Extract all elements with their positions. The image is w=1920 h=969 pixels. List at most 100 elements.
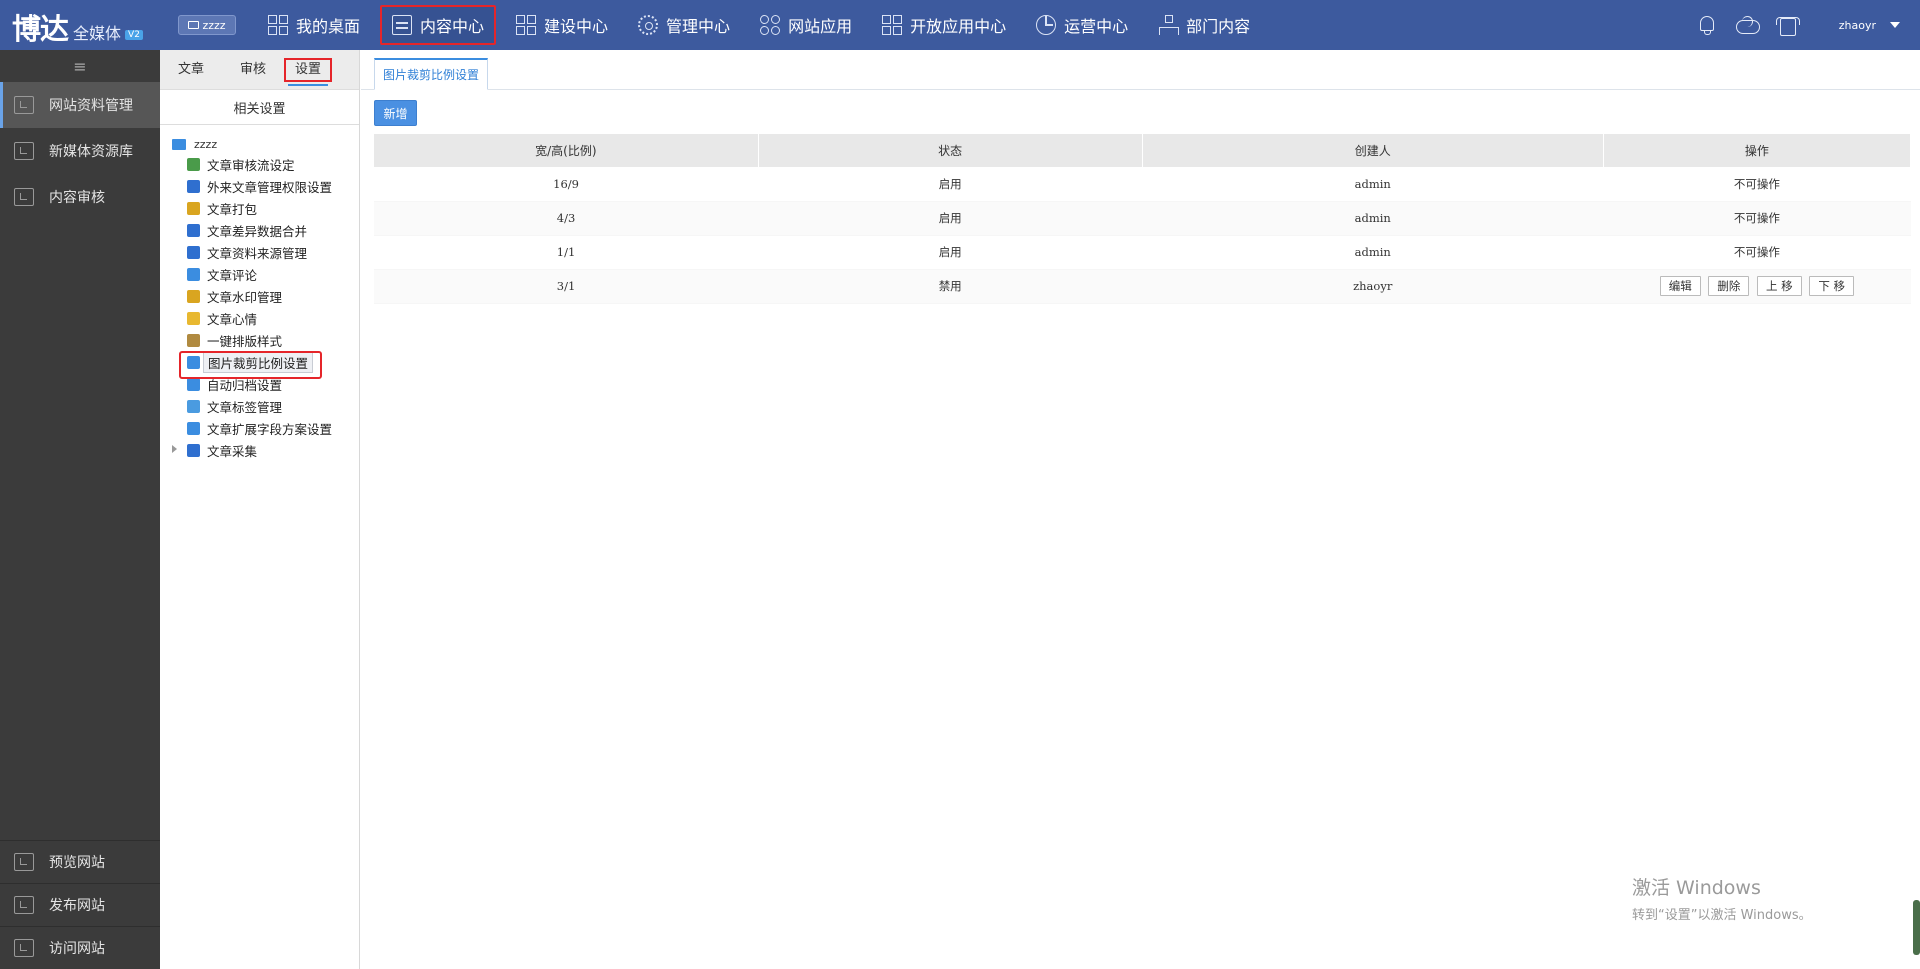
dashboard-icon [268,15,288,35]
publish-icon [14,896,34,914]
tree-item[interactable]: 文章扩展字段方案设置 [160,417,359,439]
tree-item[interactable]: 图片裁剪比例设置 [160,351,359,373]
op-cell: 不可操作 [1603,201,1911,236]
gear-icon [638,15,659,35]
tree-item[interactable]: 文章资料来源管理 [160,241,359,263]
ratio-cell: 16/9 [374,167,759,202]
tree-item-icon [187,421,200,435]
nav-label: 我的桌面 [296,17,361,36]
column-header[interactable]: 状态 [758,134,1143,167]
column-header[interactable]: 宽/高(比例) [374,134,759,167]
move-up-button[interactable]: 上 移 [1757,276,1802,296]
nav-label: 部门内容 [1186,17,1251,36]
column-header[interactable]: 创建人 [1142,134,1604,167]
delete-button[interactable]: 删除 [1708,276,1750,296]
building-icon [882,15,903,35]
tree-item-icon [187,289,200,303]
site-selector[interactable]: zzzz [178,15,236,35]
creator-cell: admin [1142,167,1604,202]
tree-item[interactable]: 文章差异数据合并 [160,219,359,241]
nav-dept-content[interactable]: 部门内容 [1148,0,1260,50]
version-badge: V2 [125,30,143,40]
tree-item[interactable]: 一键排版样式 [160,329,359,351]
table-row[interactable]: 1/1 启用 admin 不可操作 [374,235,1911,270]
site-name: zzzz [202,18,226,32]
status-cell: 启用 [758,167,1143,202]
tree-item-icon [187,179,200,193]
sidebar-item-label: 发布网站 [49,898,105,914]
tree-item-label: 文章心情 [207,311,258,327]
nav-build-center[interactable]: 建设中心 [506,0,618,50]
expand-arrow-icon[interactable] [172,445,177,453]
sidebar-item-site-data[interactable]: 网站资料管理 [0,82,160,128]
add-button[interactable]: 新增 [374,100,417,126]
tree-root[interactable]: zzzz [160,135,359,153]
tree-item-label: 自动归档设置 [207,377,283,393]
move-down-button[interactable]: 下 移 [1809,276,1854,296]
table-row[interactable]: 16/9 启用 admin 不可操作 [374,167,1911,202]
sidebar-item-label: 预览网站 [49,855,105,871]
tab-image-crop-ratio[interactable]: 图片裁剪比例设置 [374,58,489,90]
collapse-menu-icon[interactable]: ≡ [0,50,160,82]
main-content: 图片裁剪比例设置 新增 宽/高(比例) 状态 创建人 操作 16/9 启用 ad… [361,50,1920,969]
nav-content-center[interactable]: 内容中心 [380,5,497,45]
sidebar-bottom: 预览网站 发布网站 访问网站 [0,840,160,969]
tree-item[interactable]: 文章打包 [160,197,359,219]
nav-label: 运营中心 [1064,17,1129,36]
ratio-cell: 3/1 [374,269,759,304]
scrollbar-thumb[interactable] [1913,900,1920,955]
download-box-icon [14,96,34,114]
tree-item[interactable]: 自动归档设置 [160,373,359,395]
settings-tree: zzzz 文章审核流设定外来文章管理权限设置 文章打包文章差异数据合并 文章资料来源… [160,125,359,461]
tree-item-icon [187,223,200,237]
table-row[interactable]: 3/1 禁用 zhaoyr 编辑 删除 上 移 下 移 [374,269,1911,304]
sidebar-item-content-review[interactable]: 内容审核 [0,174,160,220]
sidebar-item-preview-site[interactable]: 预览网站 [0,840,160,883]
tree-item-label: 文章资料来源管理 [207,245,308,261]
tree-item[interactable]: 文章水印管理 [160,285,359,307]
tree-item-label: 文章水印管理 [207,289,283,305]
tab-review[interactable]: 审核 [222,60,284,80]
tab-article[interactable]: 文章 [160,60,222,80]
tab-settings[interactable]: 设置 [284,57,332,86]
user-name[interactable]: zhaoyr [1839,19,1876,32]
sidebar-item-label: 网站资料管理 [49,98,133,114]
tree-item-label: 文章评论 [207,267,258,283]
shirt-icon[interactable] [1775,13,1800,37]
panel-subtitle: 相关设置 [160,90,359,125]
tree-item[interactable]: 文章心情 [160,307,359,329]
cloud-icon[interactable] [1735,13,1760,37]
ratio-table: 宽/高(比例) 状态 创建人 操作 16/9 启用 admin 不可操作 4/3… [374,134,1912,304]
tree-item[interactable]: 外来文章管理权限设置 [160,175,359,197]
tree-item-icon [187,377,200,391]
sidebar-item-media-library[interactable]: 新媒体资源库 [0,128,160,174]
nav-my-desktop[interactable]: 我的桌面 [258,0,370,50]
windows-activation-watermark: 激活 Windows 转到“设置”以激活 Windows。 [1632,873,1812,923]
top-nav: 我的桌面 内容中心 建设中心 管理中心 网站应用 开放应用中心 运营中心 部门内… [258,0,1270,50]
nav-site-apps[interactable]: 网站应用 [750,0,862,50]
chevron-down-icon[interactable] [1890,22,1900,28]
tree-item-label: 外来文章管理权限设置 [207,179,333,195]
tree-item[interactable]: 文章采集 [160,439,359,461]
tree-root-label: zzzz [194,137,218,151]
edit-button[interactable]: 编辑 [1659,276,1701,296]
tree-item[interactable]: 文章审核流设定 [160,153,359,175]
bell-icon[interactable] [1695,13,1719,37]
nav-manage-center[interactable]: 管理中心 [628,0,740,50]
tree-item-label: 文章差异数据合并 [207,223,308,239]
tree-item[interactable]: 文章标签管理 [160,395,359,417]
column-header[interactable]: 操作 [1603,134,1912,167]
tree-item-label: 文章打包 [207,201,258,217]
logo-sub-text: 全媒体 [73,24,122,43]
logo[interactable]: 博达 全媒体 V2 [12,6,143,46]
tree-item[interactable]: 文章评论 [160,263,359,285]
globe-icon [14,939,34,957]
sidebar-item-label: 内容审核 [49,190,105,206]
table-row[interactable]: 4/3 启用 admin 不可操作 [374,201,1911,236]
sidebar-item-visit-site[interactable]: 访问网站 [0,926,160,969]
status-cell: 禁用 [758,269,1143,304]
monitor-icon [188,21,200,29]
sidebar-item-publish-site[interactable]: 发布网站 [0,883,160,926]
nav-operation-center[interactable]: 运营中心 [1026,0,1138,50]
nav-open-apps[interactable]: 开放应用中心 [872,0,1016,50]
